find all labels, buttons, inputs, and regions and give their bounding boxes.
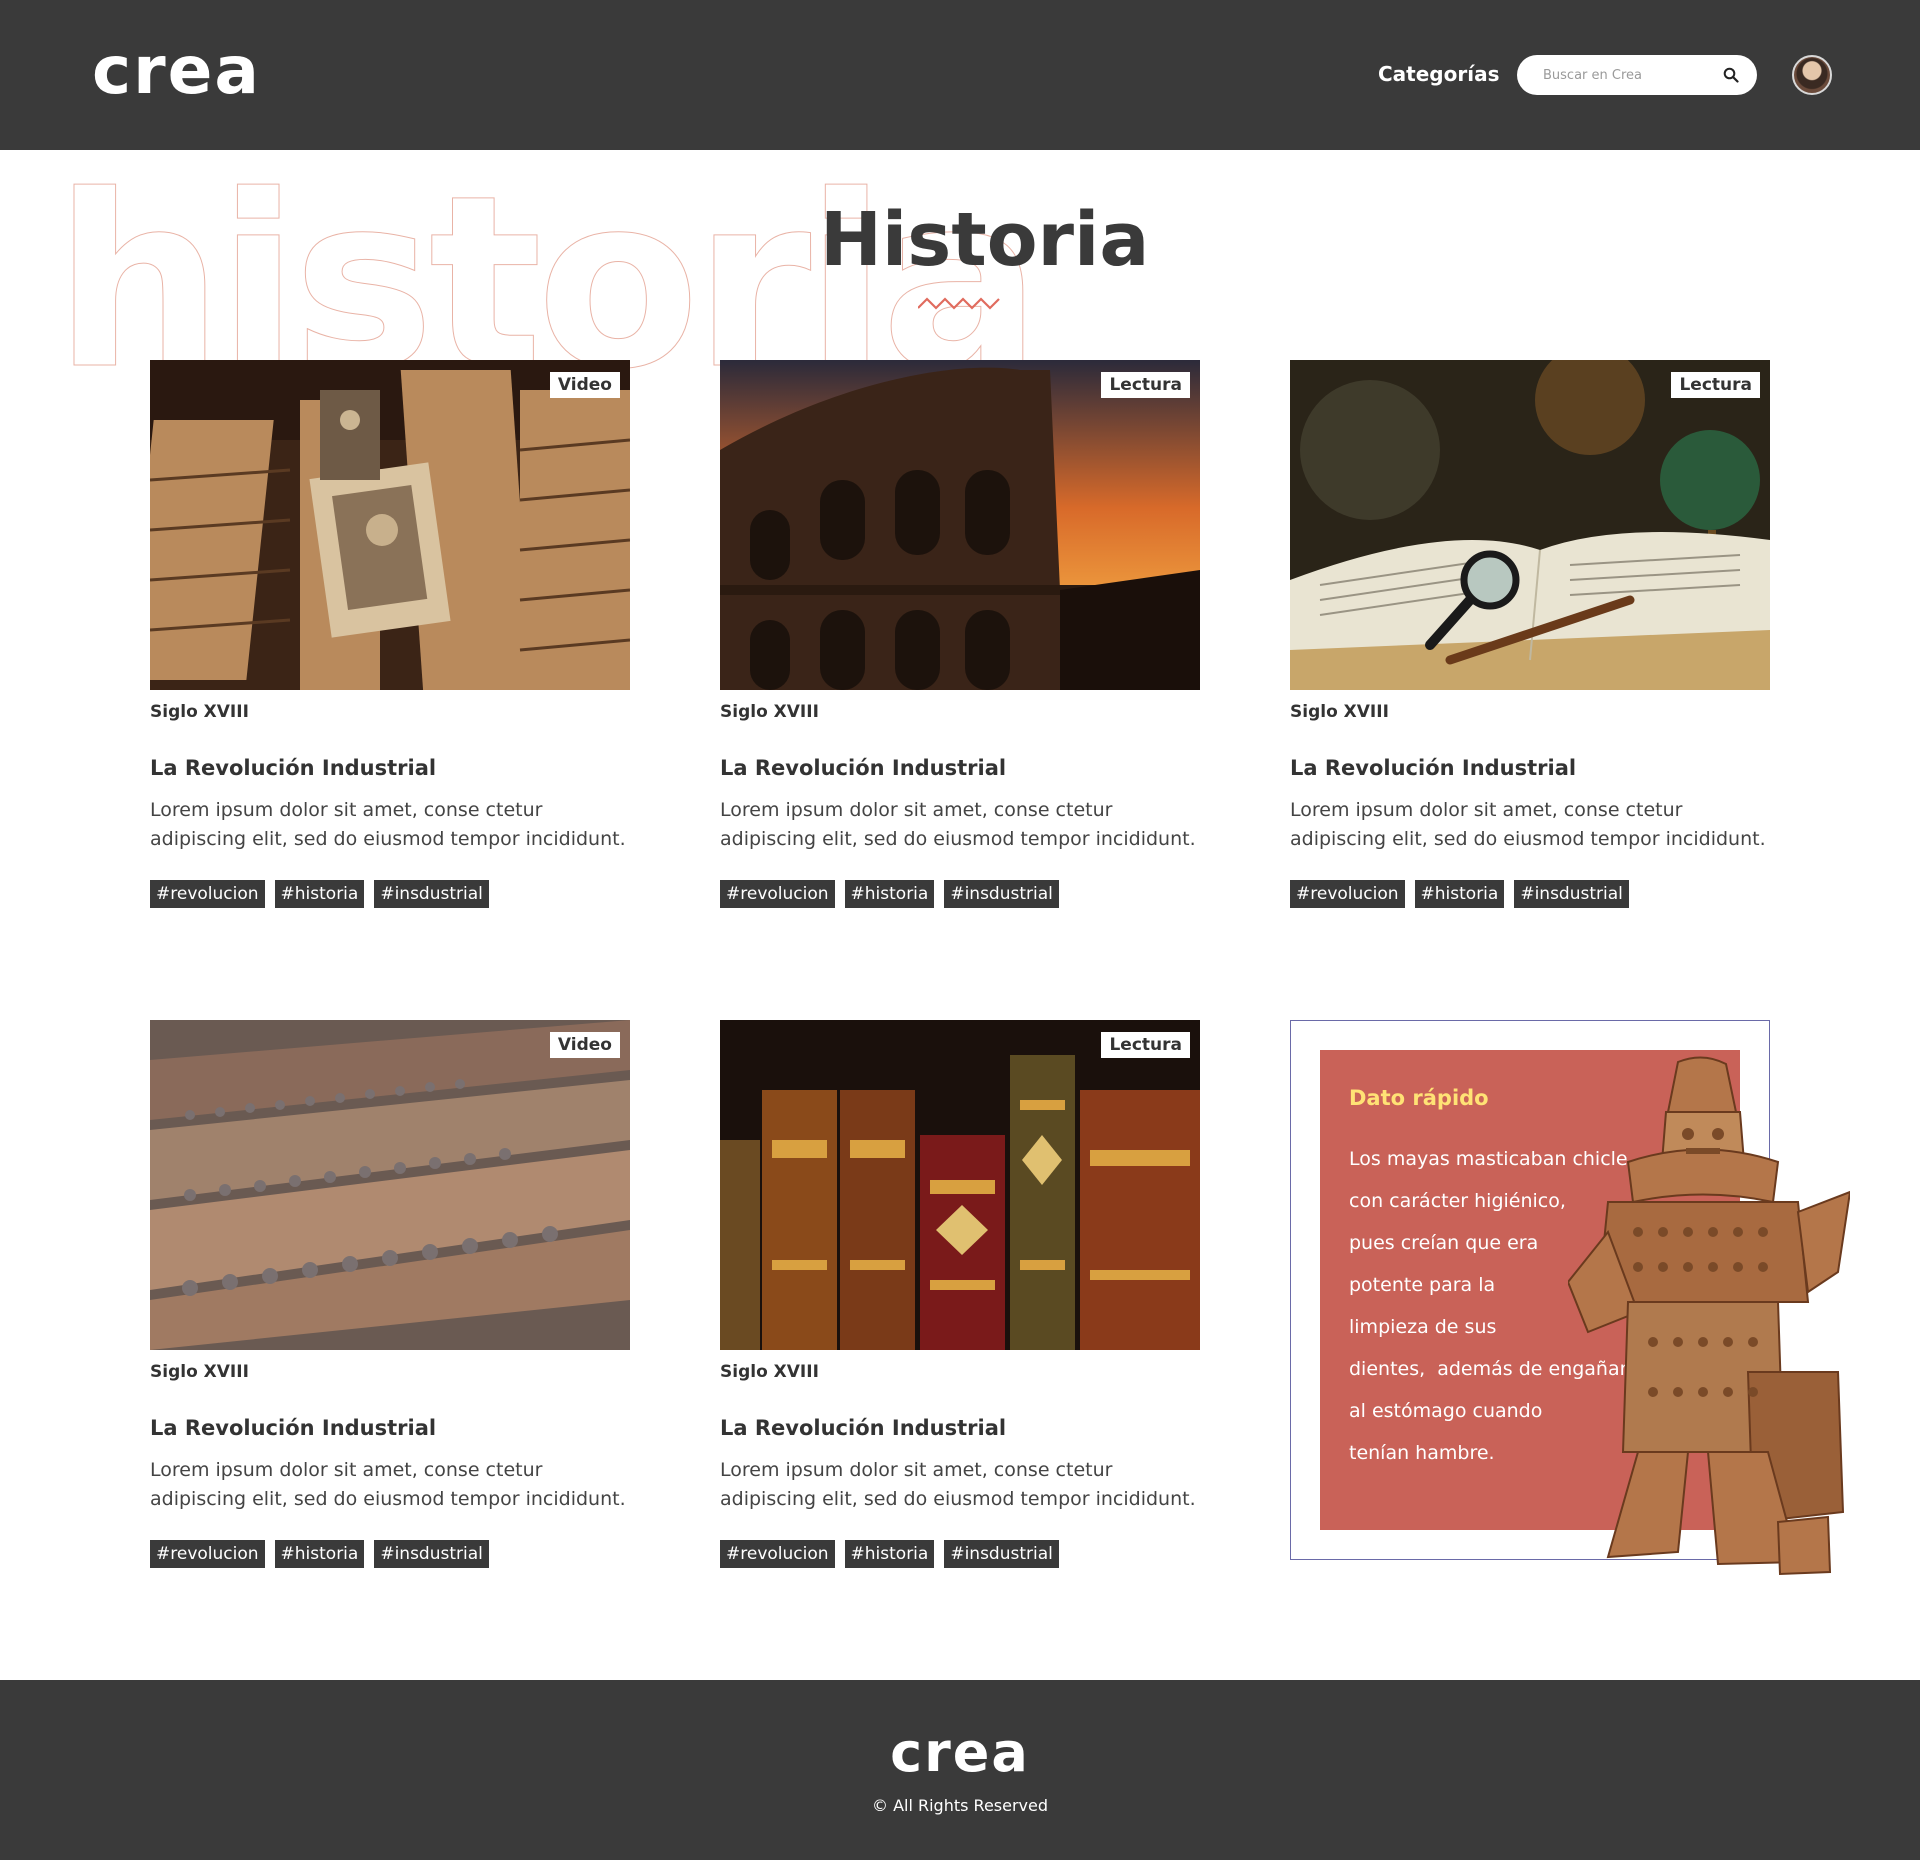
tag[interactable]: #historia [844, 1540, 935, 1568]
search-input[interactable] [1543, 65, 1713, 85]
tag-list: #revolucion #historia #insdustrial [1290, 880, 1770, 908]
book-magnifier-globe-image[interactable]: Lectura [1290, 360, 1770, 690]
card-title[interactable]: La Revolución Industrial [150, 1416, 630, 1440]
era-label: Siglo XVIII [714, 702, 825, 724]
archive-photographs-image[interactable]: Video [150, 360, 630, 690]
tag[interactable]: #revolucion [720, 1540, 835, 1568]
user-avatar[interactable] [1792, 55, 1832, 95]
content-type-badge: Video [549, 1032, 620, 1058]
fact-title: Dato rápido [1349, 1086, 1489, 1110]
search-icon[interactable] [1723, 67, 1739, 83]
tag[interactable]: #revolucion [150, 1540, 265, 1568]
tag[interactable]: #revolucion [720, 880, 835, 908]
tag[interactable]: #historia [844, 880, 935, 908]
card-description: Lorem ipsum dolor sit amet, conse ctetur… [720, 799, 1196, 850]
card-title[interactable]: La Revolución Industrial [720, 1416, 1200, 1440]
tag[interactable]: #insdustrial [1514, 880, 1629, 908]
card-description: Lorem ipsum dolor sit amet, conse ctetur… [150, 1459, 626, 1510]
tag[interactable]: #insdustrial [374, 1540, 489, 1568]
header-logo[interactable]: crea [92, 38, 261, 104]
mayan-statue-image [1568, 1056, 1850, 1576]
content-type-badge: Lectura [1101, 372, 1190, 398]
card-title[interactable]: La Revolución Industrial [1290, 756, 1770, 780]
tag-list: #revolucion #historia #insdustrial [720, 1540, 1200, 1568]
tag-list: #revolucion #historia #insdustrial [720, 880, 1200, 908]
era-label: Siglo XVIII [144, 1362, 255, 1384]
article-card[interactable]: Video Siglo XVIII La Revolución Industri… [144, 1020, 630, 1568]
article-card[interactable]: Lectura Siglo XVIII La Revolución Indust… [1284, 360, 1770, 908]
nav-categories-link[interactable]: Categorías [1378, 62, 1499, 86]
content-type-badge: Lectura [1101, 1032, 1190, 1058]
card-description: Lorem ipsum dolor sit amet, conse ctetur… [720, 1459, 1196, 1510]
search-bar[interactable] [1517, 55, 1757, 95]
footer-logo[interactable]: crea [0, 1726, 1920, 1780]
page-title: Historia [820, 197, 1150, 283]
terracotta-army-image[interactable]: Video [150, 1020, 630, 1350]
tag-list: #revolucion #historia #insdustrial [150, 880, 630, 908]
tag[interactable]: #insdustrial [944, 1540, 1059, 1568]
era-label: Siglo XVIII [714, 1362, 825, 1384]
zigzag-divider-icon [918, 297, 1000, 310]
content-type-badge: Video [549, 372, 620, 398]
era-label: Siglo XVIII [144, 702, 255, 724]
tag[interactable]: #historia [1414, 880, 1505, 908]
tag[interactable]: #historia [274, 1540, 365, 1568]
site-footer: crea © All Rights Reserved [0, 1680, 1920, 1860]
tag[interactable]: #historia [274, 880, 365, 908]
tag-list: #revolucion #historia #insdustrial [150, 1540, 630, 1568]
colosseum-sunset-image[interactable]: Lectura [720, 360, 1200, 690]
era-label: Siglo XVIII [1284, 702, 1395, 724]
card-title[interactable]: La Revolución Industrial [720, 756, 1200, 780]
copyright-text: © All Rights Reserved [871, 1796, 1049, 1815]
article-card[interactable]: Lectura Siglo XVIII La Revolución Indust… [714, 360, 1200, 908]
tag[interactable]: #revolucion [1290, 880, 1405, 908]
tag[interactable]: #revolucion [150, 880, 265, 908]
tag[interactable]: #insdustrial [944, 880, 1059, 908]
tag[interactable]: #insdustrial [374, 880, 489, 908]
site-header: crea Categorías [0, 0, 1920, 150]
card-title[interactable]: La Revolución Industrial [150, 756, 630, 780]
card-description: Lorem ipsum dolor sit amet, conse ctetur… [1290, 799, 1766, 850]
card-description: Lorem ipsum dolor sit amet, conse ctetur… [150, 799, 626, 850]
content-type-badge: Lectura [1671, 372, 1760, 398]
antique-books-image[interactable]: Lectura [720, 1020, 1200, 1350]
article-card[interactable]: Lectura Siglo XVIII La Revolución Indust… [714, 1020, 1200, 1568]
article-card[interactable]: Video Siglo XVIII La Revolución Industri… [144, 360, 630, 908]
